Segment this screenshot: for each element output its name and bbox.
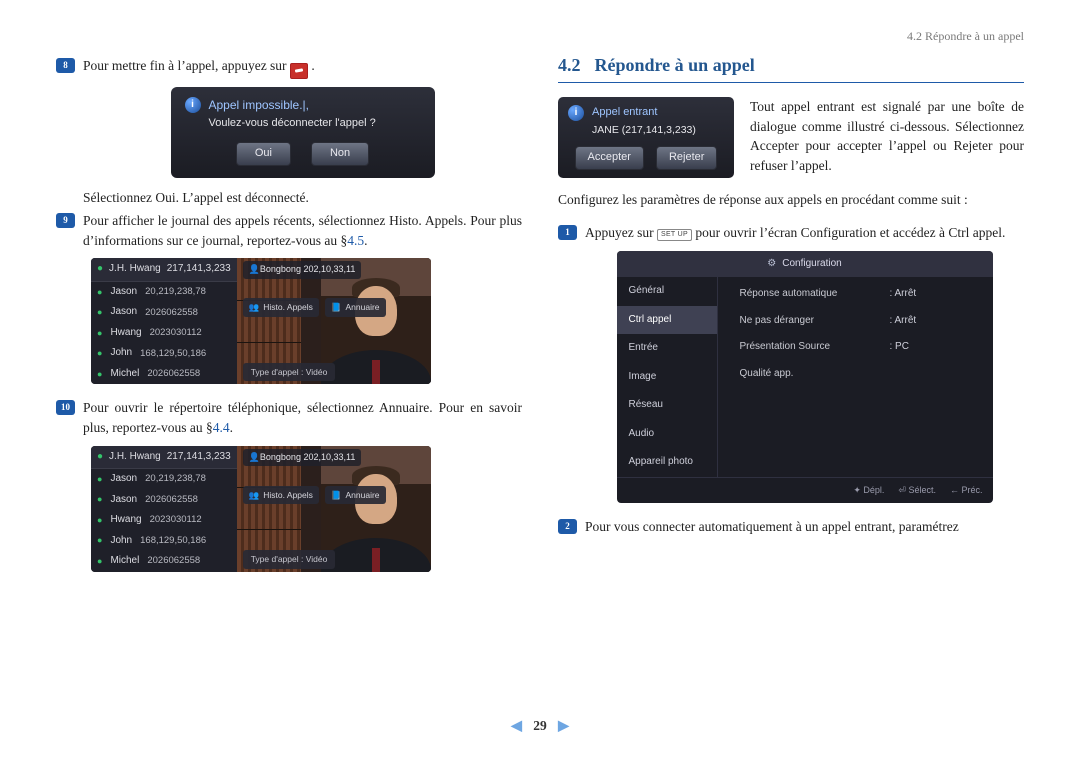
cfg-menu-audio[interactable]: Audio (617, 420, 717, 449)
text: pour ouvrir l’écran Configuration et acc… (695, 225, 1005, 240)
text: Appuyez sur (585, 225, 657, 240)
cfg-menu-reseau[interactable]: Réseau (617, 391, 717, 420)
section-title: Répondre à un appel (595, 52, 755, 78)
right-column: 4.2 Répondre à un appel i Appel entrant J… (558, 52, 1024, 586)
step-badge-9: 9 (56, 213, 75, 228)
histo-appels-button[interactable]: 👥Histo. Appels (243, 298, 319, 316)
text: . (230, 420, 233, 435)
gear-icon: ⚙ (767, 257, 776, 272)
text: Sélectionnez Oui. L’appel est déconnecté… (83, 188, 522, 208)
step-badge-2: 2 (558, 519, 577, 534)
cfg-menu-general[interactable]: Général (617, 277, 717, 306)
book-icon: 📘 (331, 301, 342, 313)
histo-appels-button[interactable]: 👥Histo. Appels (243, 486, 319, 504)
cfg-menu-image[interactable]: Image (617, 363, 717, 392)
no-button[interactable]: Non (311, 142, 369, 166)
cfg-sidebar: Général Ctrl appel Entrée Image Réseau A… (617, 277, 717, 477)
section-number: 4.2 (558, 52, 581, 78)
pager: ◀ 29 ▶ (0, 716, 1080, 737)
info-icon: i (185, 97, 201, 113)
reject-button[interactable]: Rejeter (656, 146, 717, 170)
list-item: ●Jason2026062558 (91, 302, 237, 323)
step-10-body: Pour ouvrir le répertoire téléphonique, … (83, 398, 522, 581)
directory-figure: ●J.H. Hwang217,141,3,233 ●Jason20,219,23… (91, 446, 431, 572)
list-item: ●John168,129,50,186 (91, 343, 237, 364)
text: . (311, 58, 314, 73)
list-item: ●Jason2026062558 (91, 490, 237, 511)
list-item: ●Michel2026062558 (91, 364, 237, 385)
incoming-caller: JANE (217,141,3,233) (592, 123, 724, 138)
xref-4-4[interactable]: 4.4 (213, 420, 230, 435)
dialog-title: Appel entrant (592, 105, 657, 121)
info-icon: i (568, 105, 584, 121)
section-rule (558, 82, 1024, 83)
list-item: ●Hwang2023030112 (91, 510, 237, 531)
person-icon: 👥 (249, 301, 260, 313)
accept-button[interactable]: Accepter (575, 146, 644, 170)
remote-caller-badge: Bongbong 202,10,33,11 (243, 261, 362, 278)
cfg-title: Configuration (782, 257, 841, 272)
intro-paragraph: Tout appel entrant est signalé par une b… (750, 97, 1024, 175)
list-item: ●Jason20,219,238,78 (91, 282, 237, 303)
text: . (364, 233, 367, 248)
left-column: 8 Pour mettre fin à l’appel, appuyez sur… (56, 52, 522, 586)
cfg-menu-entree[interactable]: Entrée (617, 334, 717, 363)
text: Pour afficher le journal des appels réce… (83, 213, 522, 248)
call-type-label: Type d'appel : Vidéo (243, 550, 336, 568)
step-2-body: Pour vous connecter automatiquement à un… (585, 517, 1024, 537)
call-log-figure: ●J.H. Hwang217,141,3,233 ●Jason20,219,23… (91, 258, 431, 384)
prev-page-icon[interactable]: ◀ (503, 719, 530, 734)
yes-button[interactable]: Oui (236, 142, 291, 166)
cfg-content: Réponse automatique: Arrêt Ne pas dérang… (717, 277, 993, 477)
annuaire-button[interactable]: 📘Annuaire (325, 486, 386, 504)
call-type-label: Type d'appel : Vidéo (243, 363, 336, 381)
step-8-body: Pour mettre fin à l’appel, appuyez sur .… (83, 56, 522, 207)
incoming-call-dialog: i Appel entrant JANE (217,141,3,233) Acce… (558, 97, 734, 178)
remote-caller-badge: Bongbong 202,10,33,11 (243, 449, 362, 466)
config-intro: Configurez les paramètres de réponse aux… (558, 190, 1024, 210)
xref-4-5[interactable]: 4.5 (347, 233, 364, 248)
cl-header-ip: 217,141,3,233 (167, 262, 231, 277)
text: Pour ouvrir le répertoire téléphonique, … (83, 400, 522, 435)
step-badge-8: 8 (56, 58, 75, 73)
cl-header-name: J.H. Hwang (109, 262, 161, 277)
list-item: ●Hwang2023030112 (91, 323, 237, 344)
disconnect-dialog: i Appel impossible.|, Voulez-vous déconn… (171, 87, 435, 178)
cfg-hint-select: ⏎ Sélect. (898, 484, 936, 497)
page-number: 29 (533, 718, 547, 733)
next-page-icon[interactable]: ▶ (550, 719, 577, 734)
step-badge-10: 10 (56, 400, 75, 415)
configuration-screen: ⚙ Configuration Général Ctrl appel Entrée… (617, 251, 993, 503)
step-1-body: Appuyez sur SET UP pour ouvrir l’écran C… (585, 223, 1024, 513)
cfg-hint-back: ← Préc. (950, 484, 983, 497)
list-item: ●John168,129,50,186 (91, 531, 237, 552)
setup-key-icon: SET UP (657, 229, 692, 241)
running-header: 4.2 Répondre à un appel (907, 28, 1024, 45)
cfg-menu-appareil-photo[interactable]: Appareil photo (617, 448, 717, 477)
person-icon: 👥 (249, 489, 260, 501)
cfg-menu-ctrl-appel[interactable]: Ctrl appel (617, 306, 717, 335)
step-badge-1: 1 (558, 225, 577, 240)
dialog-subtitle: Voulez-vous déconnecter l'appel ? (209, 116, 421, 132)
book-icon: 📘 (331, 489, 342, 501)
annuaire-button[interactable]: 📘Annuaire (325, 298, 386, 316)
end-call-icon (290, 63, 308, 79)
list-item: ●Michel2026062558 (91, 551, 237, 572)
cfg-hint-move: ✦ Dépl. (853, 484, 884, 497)
step-9-body: Pour afficher le journal des appels réce… (83, 211, 522, 394)
text: Pour mettre fin à l’appel, appuyez sur (83, 58, 290, 73)
dialog-title: Appel impossible.|, (209, 97, 310, 114)
list-item: ●Jason20,219,238,78 (91, 469, 237, 490)
